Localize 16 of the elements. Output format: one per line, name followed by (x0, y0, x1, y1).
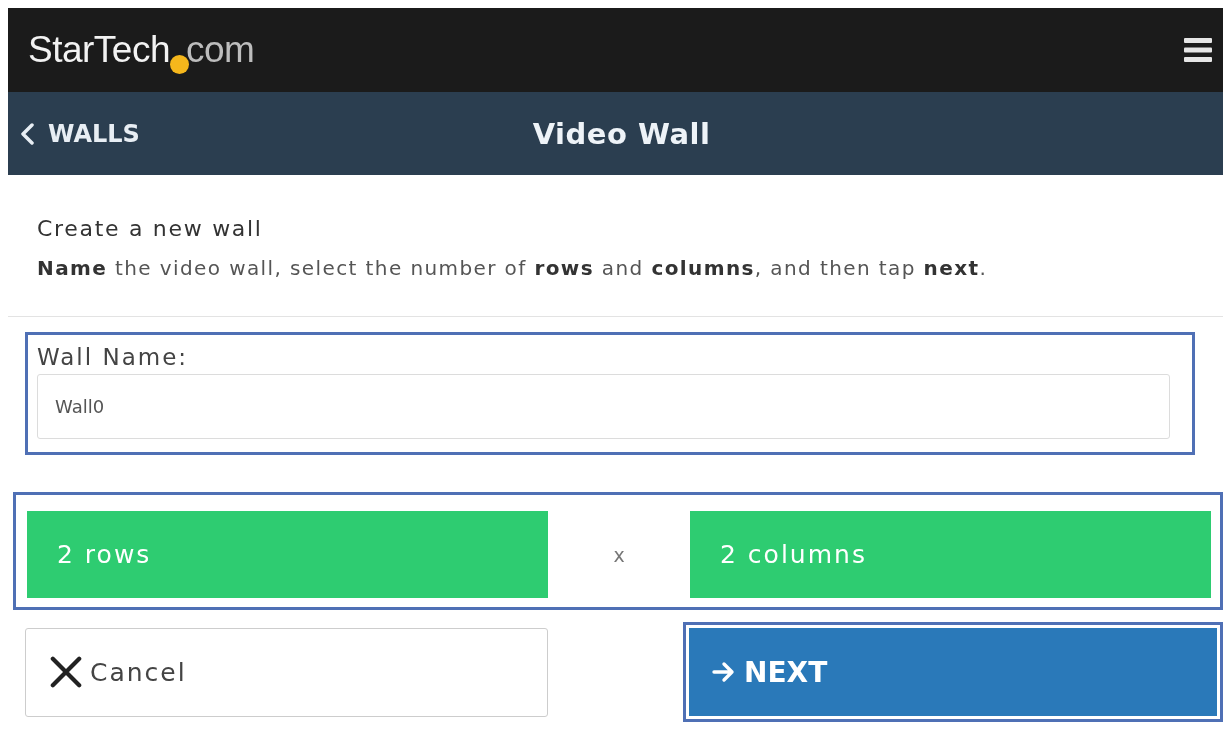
logo-domain-text: com (186, 29, 255, 71)
chevron-left-icon (20, 122, 34, 145)
section-heading: Create a new wall (37, 215, 264, 243)
times-separator: x (612, 543, 626, 566)
close-icon (50, 656, 82, 688)
wall-name-label: Wall Name: (37, 343, 190, 371)
cancel-button[interactable]: Cancel (25, 627, 548, 717)
instruction-text: Name the video wall, select the number of rows and columns, and then tap next. (37, 255, 989, 281)
next-button[interactable]: NEXT (683, 622, 1223, 722)
wall-name-input[interactable]: Wall0 (37, 374, 1170, 439)
back-link[interactable]: WALLS (20, 119, 140, 148)
logo-text: StarTech (28, 29, 170, 71)
menu-icon[interactable] (1184, 38, 1212, 62)
logo-dot-icon (170, 55, 189, 74)
page-title: Video Wall (532, 116, 711, 151)
arrow-right-icon (712, 661, 736, 683)
